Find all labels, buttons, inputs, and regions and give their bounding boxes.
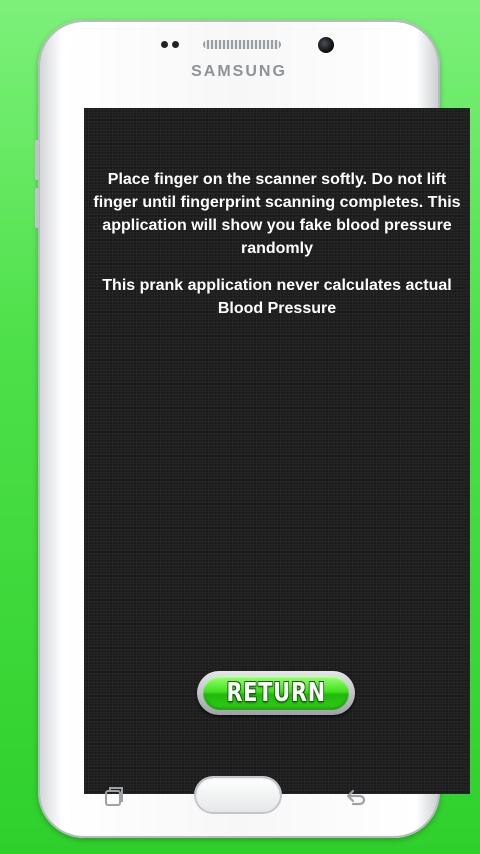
sensor-dots bbox=[161, 41, 179, 48]
recent-apps-icon[interactable] bbox=[104, 786, 124, 808]
front-camera bbox=[318, 37, 334, 53]
home-button[interactable] bbox=[196, 778, 280, 812]
earpiece-speaker bbox=[203, 40, 281, 49]
back-icon[interactable] bbox=[344, 786, 368, 808]
volume-up-key bbox=[35, 140, 39, 180]
brand-logo: SAMSUNG bbox=[191, 63, 287, 80]
instruction-text: Place finger on the scanner softly. Do n… bbox=[93, 171, 461, 257]
volume-down-key bbox=[35, 188, 39, 228]
return-button-label: RETURN bbox=[226, 678, 326, 708]
disclaimer-text: This prank application never calculates … bbox=[102, 277, 452, 317]
return-button-face: RETURN bbox=[203, 676, 349, 710]
app-screen: Place finger on the scanner softly. Do n… bbox=[84, 108, 470, 794]
return-button[interactable]: RETURN bbox=[197, 671, 355, 715]
phone-frame: SAMSUNG Place finger on the scanner soft… bbox=[35, 20, 470, 838]
